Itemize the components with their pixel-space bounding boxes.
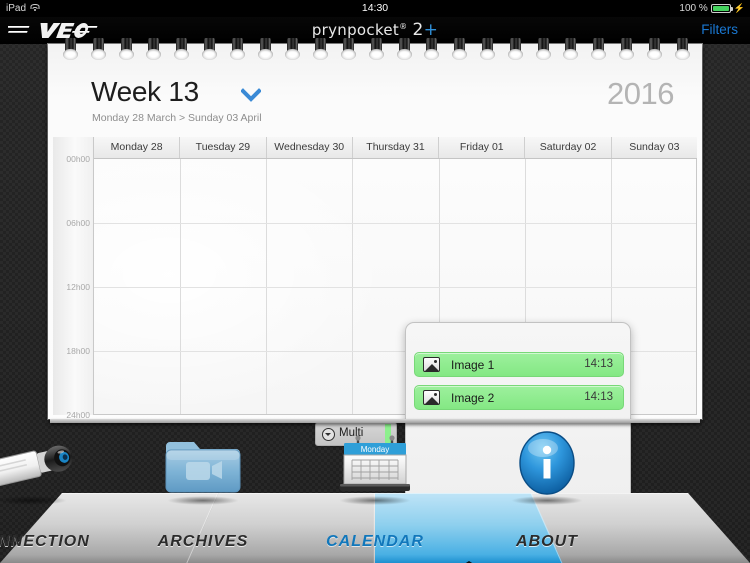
image-icon: [423, 357, 440, 372]
registered-mark: ®: [399, 22, 408, 31]
app-title-version: 2: [412, 20, 424, 40]
spiral-ring: [396, 38, 413, 61]
spiral-ring: [479, 38, 496, 61]
chevron-down-icon[interactable]: [241, 88, 261, 102]
notebook-page: Week 13 Monday 28 March > Sunday 03 Apri…: [48, 68, 702, 549]
spiral-ring: [229, 38, 246, 61]
spiral-ring: [674, 38, 691, 61]
app-root: iPad 14:30 100 % ⚡ prynpocket® 2+ Filter…: [0, 0, 750, 563]
camera-icon: [0, 434, 87, 501]
tab-about[interactable]: ABOUT: [0, 431, 750, 563]
spiral-ring: [646, 38, 663, 61]
day-header-5[interactable]: Saturday 02: [525, 137, 612, 158]
app-title-main: prynpocket: [311, 21, 400, 39]
spiral-ring: [145, 38, 162, 61]
lightning-bolt-icon: ⚡: [733, 3, 745, 13]
spiral-ring: [118, 38, 135, 61]
time-label-1: 06h00: [66, 218, 90, 228]
status-clock: 14:30: [361, 2, 389, 14]
calendar-icon: Monday: [336, 434, 414, 501]
spiral-ring: [368, 38, 385, 61]
day-header-2[interactable]: Wednesday 30: [266, 137, 353, 158]
folder-video-icon: [164, 430, 242, 501]
image-icon: [423, 390, 440, 405]
status-right: 100 % ⚡: [679, 0, 745, 17]
time-label-3: 18h00: [66, 346, 90, 356]
spiral-ring: [423, 38, 440, 61]
battery-icon: [710, 4, 733, 13]
event-row[interactable]: Image 1 14:13: [414, 352, 624, 377]
time-label-2: 12h00: [66, 282, 90, 292]
calendar-grid: 00h00 06h00 12h00 18h00 24h00 Monday 28 Tuesd…: [53, 137, 697, 549]
filters-button[interactable]: Filters: [701, 22, 738, 37]
app-title: prynpocket® 2+: [0, 20, 750, 40]
time-axis: 00h00 06h00 12h00 18h00 24h00: [53, 137, 94, 420]
time-label-0: 00h00: [66, 154, 90, 164]
battery-percent: 100 %: [679, 3, 708, 14]
day-header-0[interactable]: Monday 28: [94, 137, 181, 158]
spiral-ring: [618, 38, 635, 61]
spiral-ring: [562, 38, 579, 61]
svg-text:Monday: Monday: [361, 445, 389, 454]
event-time: 14:13: [584, 358, 613, 370]
calendar-notebook: Week 13 Monday 28 March > Sunday 03 Apri…: [48, 38, 702, 549]
info-icon: [514, 430, 580, 501]
event-name: Image 2: [451, 391, 495, 405]
grid-hour-line: [94, 287, 696, 288]
spiral-ring: [451, 38, 468, 61]
spiral-ring: [284, 38, 301, 61]
week-title: Week 13: [91, 76, 199, 107]
spiral-ring: [507, 38, 524, 61]
tab-surface: [531, 493, 750, 563]
grid-hour-line: [94, 223, 696, 224]
bottom-tab-bar: CONNECTION: [0, 419, 750, 563]
week-header: Week 13 Monday 28 March > Sunday 03 Apri…: [48, 68, 702, 136]
day-header-3[interactable]: Thursday 31: [352, 137, 440, 158]
spiral-ring: [62, 38, 79, 61]
event-name: Image 1: [451, 358, 495, 372]
year-label: 2016: [607, 76, 674, 111]
day-header-1[interactable]: Tuesday 29: [180, 137, 267, 158]
app-title-plus: +: [423, 20, 439, 40]
spiral-binding: [48, 38, 702, 70]
week-range: Monday 28 March > Sunday 03 April: [92, 112, 262, 124]
spiral-ring: [340, 38, 357, 61]
day-header-4[interactable]: Friday 01: [439, 137, 526, 158]
spiral-ring: [535, 38, 552, 61]
spiral-ring: [257, 38, 274, 61]
day-header-row: Monday 28 Tuesday 29 Wednesday 30 Thursday …: [94, 137, 697, 159]
spiral-ring: [201, 38, 218, 61]
spiral-ring: [173, 38, 190, 61]
tab-label: ABOUT: [516, 533, 578, 550]
day-header-6[interactable]: Sunday 03: [611, 137, 697, 158]
event-time: 14:13: [584, 391, 613, 403]
event-row[interactable]: Image 2 14:13: [414, 385, 624, 410]
spiral-ring: [312, 38, 329, 61]
spiral-ring: [590, 38, 607, 61]
status-bar: iPad 14:30 100 % ⚡: [0, 0, 750, 17]
spiral-ring: [90, 38, 107, 61]
